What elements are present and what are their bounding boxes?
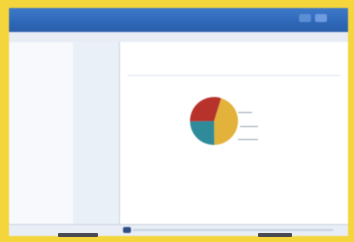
monitor-button: [258, 233, 292, 237]
heading-divider: [128, 75, 340, 76]
nav-pane: [73, 42, 120, 236]
title-bar: [9, 8, 348, 32]
legend-leader-line: [238, 112, 252, 113]
legend-leader-line: [240, 126, 258, 127]
pie-slice-1: [190, 121, 215, 145]
scrollbar-track[interactable]: [133, 229, 333, 231]
app-window: [9, 8, 348, 236]
pie-chart: [190, 97, 238, 145]
content-pane: [120, 42, 348, 236]
scrollbar-thumb[interactable]: [123, 227, 131, 233]
legend-leader-line: [238, 139, 258, 140]
maximize-icon[interactable]: [299, 14, 311, 22]
monitor-button: [58, 233, 98, 237]
left-pane: [9, 42, 74, 236]
close-icon[interactable]: [315, 14, 327, 22]
